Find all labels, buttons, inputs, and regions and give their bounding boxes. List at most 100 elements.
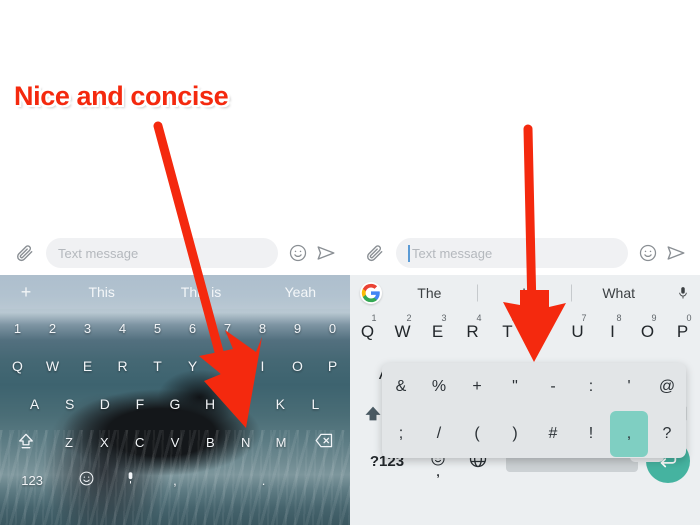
key-u[interactable]: U7 (560, 313, 595, 342)
microphone-icon[interactable] (666, 284, 700, 302)
left-function-row: 123 , . (0, 461, 350, 499)
key-superscript: 5 (511, 313, 517, 323)
key-k[interactable]: K (263, 396, 298, 412)
key-6[interactable]: 6 (175, 321, 210, 336)
key-r[interactable]: R (105, 358, 140, 374)
key-u[interactable]: U (210, 358, 245, 374)
key-1[interactable]: 1 (0, 321, 35, 336)
key-y[interactable]: Y (175, 358, 210, 374)
suggestion-item[interactable]: This is (151, 284, 250, 300)
key-c[interactable]: C (122, 435, 157, 450)
suggestion-item[interactable]: The (382, 285, 477, 301)
key-5[interactable]: 5 (140, 321, 175, 336)
popup-key-hyphen[interactable]: - (534, 363, 572, 411)
key-x[interactable]: X (87, 435, 122, 450)
left-compose-bar: Text message (0, 232, 350, 274)
key-9[interactable]: 9 (280, 321, 315, 336)
key-4[interactable]: 4 (105, 321, 140, 336)
right-keyboard: The I What Q1 W2 E3 R4 T5 Y 6 U 7 I 8 O … (350, 275, 700, 525)
key-w[interactable]: W (35, 358, 70, 374)
popup-key-slash[interactable]: / (420, 411, 458, 459)
key-a[interactable]: A (17, 396, 52, 412)
key-l[interactable]: L (298, 396, 333, 412)
paperclip-icon[interactable] (10, 243, 40, 263)
key-3[interactable]: 3 (70, 321, 105, 336)
key-m[interactable]: M (263, 435, 298, 450)
key-n[interactable]: N (228, 435, 263, 450)
key-label: E (431, 322, 444, 341)
smiley-icon[interactable] (284, 243, 312, 263)
popup-key-quote[interactable]: " (496, 363, 534, 411)
key-g[interactable]: G (157, 396, 192, 412)
key-label: O (640, 322, 655, 341)
key-z[interactable]: Z (51, 435, 86, 450)
key-q[interactable]: Q1 (350, 313, 385, 342)
shift-outline-icon[interactable] (0, 431, 51, 454)
key-label: W (394, 322, 411, 341)
popup-key-paren-open[interactable]: ( (458, 411, 496, 459)
key-i[interactable]: I8 (595, 313, 630, 342)
suggestion-item[interactable]: This (52, 284, 151, 300)
right-text-message-input[interactable]: Text message (396, 238, 628, 268)
key-w[interactable]: W2 (385, 313, 420, 342)
popup-key-exclamation[interactable]: ! (572, 411, 610, 459)
right-compose-bar: Text message (350, 232, 700, 274)
suggestion-item[interactable]: What (571, 285, 666, 301)
key-o[interactable]: O (280, 358, 315, 374)
send-icon[interactable] (662, 242, 690, 264)
popup-key-at[interactable]: @ (648, 363, 686, 411)
microphone-icon[interactable] (109, 470, 153, 490)
key-2[interactable]: 2 (35, 321, 70, 336)
screenshot-root: Text message + This This is Yeah 1 2 3 4… (0, 0, 700, 525)
key-p[interactable]: P (315, 358, 350, 374)
suggestion-item[interactable]: Yeah (251, 284, 350, 300)
send-icon[interactable] (312, 242, 340, 264)
popup-key-plus[interactable]: + (458, 363, 496, 411)
key-r[interactable]: R4 (455, 313, 490, 342)
google-g-icon[interactable] (360, 282, 382, 304)
key-0[interactable]: 0 (315, 321, 350, 336)
key-e[interactable]: E3 (420, 313, 455, 342)
right-input-placeholder: Text message (412, 245, 493, 261)
left-home-letter-row: A S D F G H J K L (0, 385, 350, 423)
right-top-letter-row: Q1 W2 E3 R4 T5 Y6 U7 I8 O9 P0 (350, 311, 700, 353)
text-caret (408, 244, 410, 262)
popup-key-colon[interactable]: : (572, 363, 610, 411)
key-y[interactable]: Y6 (525, 313, 560, 342)
key-period[interactable]: . (241, 473, 285, 488)
left-suggestion-bar: + This This is Yeah (0, 275, 350, 309)
key-7[interactable]: 7 (210, 321, 245, 336)
key-d[interactable]: D (87, 396, 122, 412)
key-j[interactable]: J (228, 396, 263, 412)
key-h[interactable]: H (193, 396, 228, 412)
suggestion-item[interactable]: I (477, 285, 572, 301)
key-e[interactable]: E (70, 358, 105, 374)
key-t[interactable]: T5 (490, 313, 525, 342)
key-o[interactable]: O9 (630, 313, 665, 342)
paperclip-icon[interactable] (360, 243, 390, 263)
key-s[interactable]: S (52, 396, 87, 412)
key-p[interactable]: P0 (665, 313, 700, 342)
key-b[interactable]: B (193, 435, 228, 450)
popup-key-question[interactable]: ? (648, 411, 686, 459)
backspace-icon[interactable] (299, 430, 350, 454)
popup-key-percent[interactable]: % (420, 363, 458, 411)
popup-key-semicolon[interactable]: ; (382, 411, 420, 459)
smiley-outline-icon[interactable] (64, 470, 108, 490)
popup-key-ampersand[interactable]: & (382, 363, 420, 411)
key-q[interactable]: Q (0, 358, 35, 374)
popup-key-comma-selected[interactable]: , (610, 411, 648, 458)
key-v[interactable]: V (157, 435, 192, 450)
symbols-key[interactable]: 123 (0, 473, 64, 488)
add-suggestion-button[interactable]: + (0, 282, 52, 303)
key-i[interactable]: I (245, 358, 280, 374)
popup-key-hash[interactable]: # (534, 411, 572, 459)
key-t[interactable]: T (140, 358, 175, 374)
left-text-message-input[interactable]: Text message (46, 238, 278, 268)
smiley-icon[interactable] (634, 243, 662, 263)
popup-key-apostrophe[interactable]: ' (610, 363, 648, 411)
popup-key-paren-close[interactable]: ) (496, 411, 534, 459)
key-8[interactable]: 8 (245, 321, 280, 336)
key-comma[interactable]: , (153, 473, 197, 488)
key-f[interactable]: F (122, 396, 157, 412)
